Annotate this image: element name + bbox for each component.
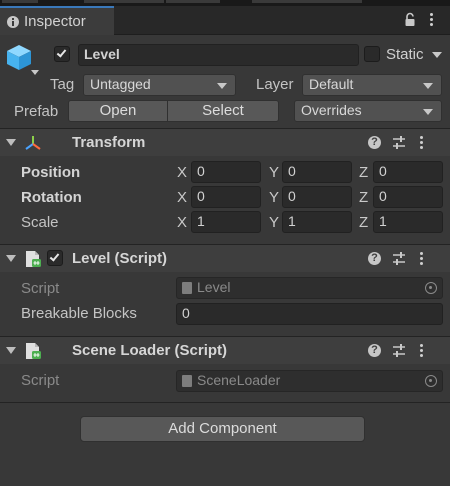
axis-y-label[interactable]: Y [269,214,279,231]
prefab-open-button[interactable]: Open [68,100,168,122]
level-script-value: Level [197,279,231,295]
scale-x-input[interactable]: 1 [191,211,261,233]
scale-label[interactable]: Scale [21,214,59,231]
scene-loader-title: Scene Loader (Script) [72,342,228,359]
toolbar-segment [166,0,220,3]
scale-y-input[interactable]: 1 [282,211,352,233]
help-icon[interactable]: ? [368,136,381,149]
tab-inspector[interactable]: Inspector [0,6,114,35]
level-script-header[interactable]: Level (Script) ? [0,244,450,272]
layer-value: Default [309,76,354,92]
level-script-object-field: Level [176,277,443,299]
component-menu-icon[interactable] [420,251,424,267]
toolbar-segment [252,0,362,3]
breakable-blocks-label[interactable]: Breakable Blocks [21,305,137,322]
add-component-button[interactable]: Add Component [80,416,365,442]
object-picker-icon[interactable] [425,282,437,294]
component-header-icons: ? [368,343,438,359]
static-dropdown-arrow[interactable] [432,52,442,58]
rotation-y-input[interactable]: 0 [282,186,352,208]
prefab-label: Prefab [14,103,59,120]
tag-value: Untagged [90,76,151,92]
info-icon [7,16,19,28]
position-y-input[interactable]: 0 [282,161,352,183]
level-script-enabled-checkbox[interactable] [47,250,63,266]
scene-loader-header[interactable]: Scene Loader (Script) ? [0,336,450,364]
object-picker-icon[interactable] [425,375,437,387]
rotation-label[interactable]: Rotation [21,189,82,206]
transform-title: Transform [72,134,146,151]
component-menu-icon[interactable] [420,343,424,359]
static-label[interactable]: Static [386,46,424,63]
scene-loader-script-label: Script [21,372,60,389]
tab-label: Inspector [24,13,86,30]
chevron-down-icon [423,109,433,115]
tag-label: Tag [50,76,75,93]
scale-z-input[interactable]: 1 [373,211,443,233]
chevron-down-icon [217,83,227,89]
axis-z-label[interactable]: Z [359,164,368,181]
icon-dropdown-arrow[interactable] [31,70,39,75]
script-file-icon [182,375,192,387]
tag-dropdown[interactable]: Untagged [83,74,236,96]
axis-z-label[interactable]: Z [359,189,368,206]
checkmark-icon [56,47,67,58]
scene-loader-object-field: SceneLoader [176,370,443,392]
static-checkbox[interactable] [364,46,380,62]
toolbar-segment [2,0,38,3]
overrides-label: Overrides [301,102,362,118]
component-header-icons: ? [368,251,438,267]
transform-header[interactable]: Transform ? [0,128,450,156]
layer-dropdown[interactable]: Default [302,74,442,96]
active-checkbox[interactable] [54,46,70,62]
axis-x-label[interactable]: X [177,164,187,181]
csharp-script-icon [26,251,41,267]
script-file-icon [182,282,192,294]
prefab-select-button[interactable]: Select [167,100,279,122]
axis-z-label[interactable]: Z [359,214,368,231]
lock-icon[interactable] [403,12,417,28]
axis-x-label[interactable]: X [177,214,187,231]
divider [0,402,450,403]
transform-icon [25,136,41,150]
kebab-menu-icon[interactable] [430,12,434,28]
component-menu-icon[interactable] [420,135,424,151]
presets-icon[interactable] [392,135,406,151]
tab-bar: Inspector [0,6,450,35]
chevron-down-icon [423,83,433,89]
gameobject-cube-icon[interactable] [5,42,33,72]
csharp-script-icon [26,343,41,359]
level-script-title: Level (Script) [72,250,168,267]
level-script-label: Script [21,280,60,297]
presets-icon[interactable] [392,343,406,359]
position-x-input[interactable]: 0 [191,161,261,183]
rotation-z-input[interactable]: 0 [373,186,443,208]
scene-loader-script-value: SceneLoader [197,372,281,388]
foldout-arrow-icon[interactable] [6,255,16,262]
help-icon[interactable]: ? [368,252,381,265]
prefab-overrides-dropdown[interactable]: Overrides [294,100,442,122]
rotation-x-input[interactable]: 0 [191,186,261,208]
component-header-icons: ? [368,135,438,151]
help-icon[interactable]: ? [368,344,381,357]
gameobject-name-input[interactable]: Level [78,44,359,66]
position-label[interactable]: Position [21,164,80,181]
presets-icon[interactable] [392,251,406,267]
layer-label: Layer [256,76,294,93]
axis-y-label[interactable]: Y [269,189,279,206]
toolbar-segment [84,0,164,3]
checkmark-icon [49,251,60,262]
foldout-arrow-icon[interactable] [6,139,16,146]
position-z-input[interactable]: 0 [373,161,443,183]
axis-y-label[interactable]: Y [269,164,279,181]
breakable-blocks-input[interactable]: 0 [176,303,443,325]
foldout-arrow-icon[interactable] [6,347,16,354]
axis-x-label[interactable]: X [177,189,187,206]
